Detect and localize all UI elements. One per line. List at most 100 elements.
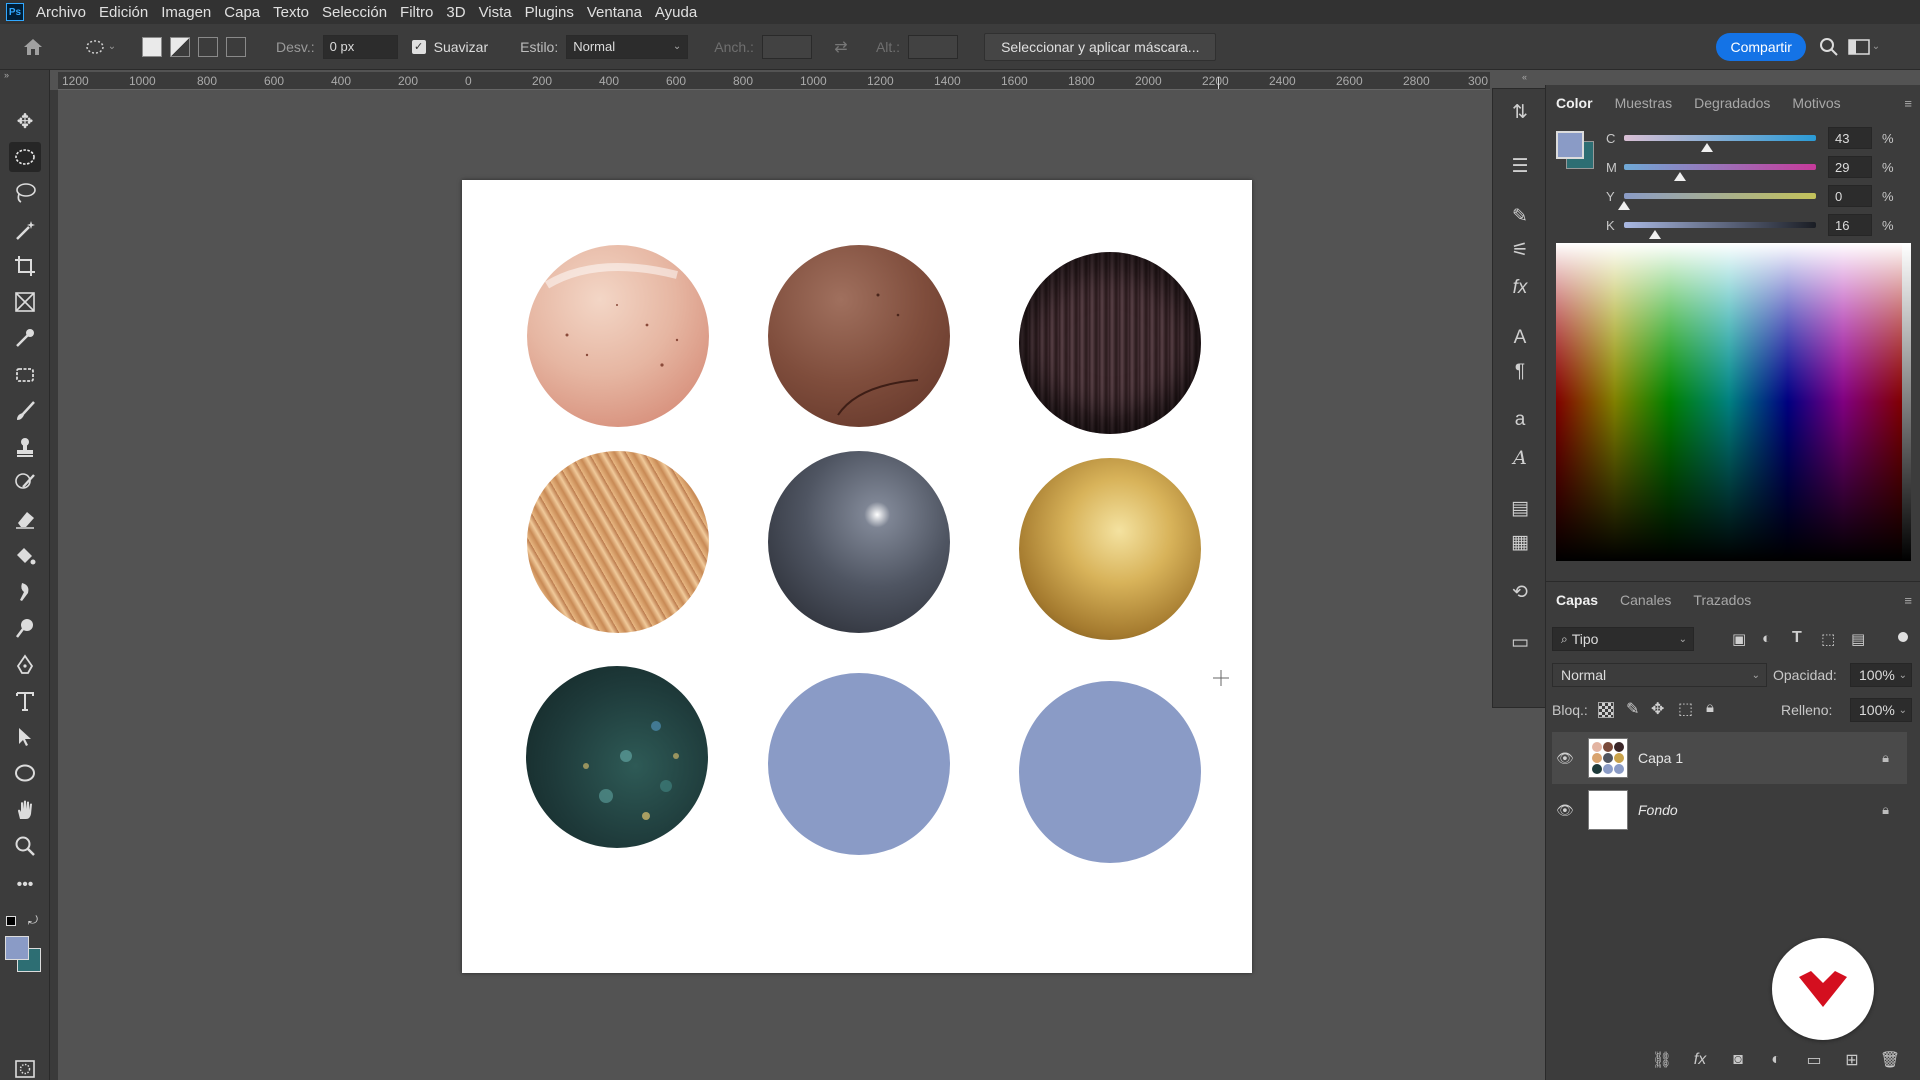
slider-thumb[interactable] xyxy=(1673,172,1686,181)
paragraph-icon[interactable]: ¶ xyxy=(1507,359,1533,385)
lasso-tool-icon[interactable] xyxy=(9,178,41,208)
add-mask-icon[interactable]: ◙ xyxy=(1719,1051,1757,1069)
new-adjustment-layer-icon[interactable]: ◐ xyxy=(1757,1051,1795,1069)
menu-vista[interactable]: Vista xyxy=(479,4,512,21)
libraries-icon[interactable]: ⇅ xyxy=(1507,99,1533,125)
crop-tool-icon[interactable] xyxy=(9,251,41,281)
color-spectrum[interactable] xyxy=(1556,243,1902,561)
tab-muestras[interactable]: Muestras xyxy=(1615,95,1673,111)
tab-degradados[interactable]: Degradados xyxy=(1694,95,1770,111)
elliptical-marquee-tool-icon[interactable] xyxy=(9,142,41,172)
panel-menu-icon[interactable]: ≡ xyxy=(1904,593,1912,608)
frame-tool-icon[interactable] xyxy=(9,287,41,317)
chevron-down-icon[interactable]: ⌄ xyxy=(1870,36,1882,58)
search-icon[interactable] xyxy=(1818,36,1840,58)
width-input[interactable] xyxy=(761,34,812,59)
quick-mask-icon[interactable] xyxy=(9,1054,41,1080)
brush-settings-icon[interactable]: ✎ xyxy=(1507,203,1533,229)
lock-position-icon[interactable]: ✥ xyxy=(1651,699,1664,719)
comments-icon[interactable]: ▭ xyxy=(1507,629,1533,655)
clone-stamp-tool-icon[interactable] xyxy=(9,432,41,462)
layer-name[interactable]: Fondo xyxy=(1638,802,1882,818)
smudge-tool-icon[interactable] xyxy=(9,577,41,607)
yellow-slider-track[interactable] xyxy=(1618,193,1816,210)
menu-imagen[interactable]: Imagen xyxy=(161,4,211,21)
swap-dimensions-icon[interactable]: ⇄ xyxy=(830,36,852,58)
feather-input[interactable]: 0 px xyxy=(322,34,398,59)
type-tool-icon[interactable] xyxy=(9,686,41,716)
layer-row-capa-1[interactable]: 👁︎ Capa 1 🔒︎ xyxy=(1552,732,1907,784)
cyan-value-input[interactable]: 43 xyxy=(1828,127,1872,149)
zoom-tool-icon[interactable] xyxy=(9,831,41,861)
paint-bucket-tool-icon[interactable] xyxy=(9,541,41,571)
collapse-toolbar-icon[interactable]: » xyxy=(4,70,9,80)
chevron-down-icon[interactable]: ⌄ xyxy=(106,36,118,58)
filter-type-icon[interactable]: T xyxy=(1792,629,1802,647)
brush-tool-icon[interactable] xyxy=(9,396,41,426)
panel-menu-icon[interactable]: ≡ xyxy=(1904,96,1912,111)
magenta-slider-track[interactable] xyxy=(1624,164,1816,181)
anti-alias-checkbox[interactable]: ✓ xyxy=(411,39,426,54)
path-selection-tool-icon[interactable] xyxy=(9,722,41,752)
ellipse-tool-icon[interactable] xyxy=(9,758,41,788)
tab-trazados[interactable]: Trazados xyxy=(1693,592,1751,608)
delete-layer-icon[interactable]: 🗑︎ xyxy=(1871,1050,1909,1070)
black-slider-track[interactable] xyxy=(1624,222,1816,239)
slider-thumb[interactable] xyxy=(1648,230,1661,239)
yellow-value-input[interactable]: 0 xyxy=(1828,185,1872,207)
lock-icon[interactable]: 🔒︎ xyxy=(1882,802,1889,818)
photoshop-logo-icon[interactable]: Ps xyxy=(6,3,24,21)
link-layers-icon[interactable]: ⛓︎ xyxy=(1643,1050,1681,1070)
filter-smart-object-icon[interactable]: ▤ xyxy=(1851,630,1865,648)
filter-toggle-icon[interactable] xyxy=(1898,632,1908,642)
menu-capa[interactable]: Capa xyxy=(224,4,260,21)
lock-artboard-icon[interactable]: ⬚ xyxy=(1678,699,1693,719)
lock-transparent-pixels-icon[interactable] xyxy=(1598,702,1614,718)
foreground-color-swatch[interactable] xyxy=(5,936,29,960)
layer-style-fx-icon[interactable]: fx xyxy=(1681,1051,1719,1069)
lock-image-pixels-icon[interactable]: ✎ xyxy=(1626,699,1639,719)
menu-texto[interactable]: Texto xyxy=(273,4,309,21)
new-layer-icon[interactable]: ⊞ xyxy=(1833,1050,1871,1070)
elliptical-marquee-tool-preset-icon[interactable] xyxy=(84,36,106,58)
new-group-icon[interactable]: ▭ xyxy=(1795,1050,1833,1070)
add-selection-icon[interactable] xyxy=(170,36,190,57)
menu-ayuda[interactable]: Ayuda xyxy=(655,4,697,21)
layer-filter-select[interactable]: ⌕ Tipo ⌄ xyxy=(1552,627,1694,651)
height-input[interactable] xyxy=(908,34,959,59)
menu-plugins[interactable]: Plugins xyxy=(525,4,574,21)
default-colors-icon[interactable] xyxy=(6,916,16,926)
hand-tool-icon[interactable] xyxy=(9,795,41,825)
style-select[interactable]: Normal ⌄ xyxy=(566,34,689,59)
properties-icon[interactable]: ⚟ xyxy=(1507,237,1533,263)
more-tools-icon[interactable]: ••• xyxy=(9,870,41,900)
styles-fx-icon[interactable]: fx xyxy=(1507,275,1533,301)
menu-archivo[interactable]: Archivo xyxy=(36,4,86,21)
visibility-eye-icon[interactable]: 👁︎ xyxy=(1556,750,1578,767)
tab-capas[interactable]: Capas xyxy=(1556,592,1598,608)
home-icon[interactable] xyxy=(22,36,44,58)
opacity-input[interactable]: 100% ⌄ xyxy=(1850,663,1912,687)
layer-name[interactable]: Capa 1 xyxy=(1638,750,1882,766)
character-icon[interactable]: A xyxy=(1507,325,1533,351)
black-value-input[interactable]: 16 xyxy=(1828,214,1872,236)
menu-3d[interactable]: 3D xyxy=(446,4,465,21)
fill-input[interactable]: 100% ⌄ xyxy=(1850,698,1912,722)
tab-canales[interactable]: Canales xyxy=(1620,592,1671,608)
character-styles-icon[interactable]: a xyxy=(1507,407,1533,433)
history-brush-tool-icon[interactable] xyxy=(9,468,41,498)
eyedropper-tool-icon[interactable] xyxy=(9,323,41,353)
paragraph-styles-icon[interactable]: ▦ xyxy=(1507,529,1533,555)
subtract-selection-icon[interactable] xyxy=(198,36,218,57)
slider-thumb[interactable] xyxy=(1700,143,1713,152)
select-and-mask-button[interactable]: Seleccionar y aplicar máscara... xyxy=(984,32,1217,61)
blend-mode-select[interactable]: Normal ⌄ xyxy=(1552,663,1767,687)
document-canvas[interactable] xyxy=(462,180,1252,973)
workspace-icon[interactable] xyxy=(1848,36,1870,58)
notes-icon[interactable]: ▤ xyxy=(1507,495,1533,521)
intersect-selection-icon[interactable] xyxy=(226,36,246,57)
filter-shape-icon[interactable]: ⬚ xyxy=(1821,630,1835,648)
magenta-value-input[interactable]: 29 xyxy=(1828,156,1872,178)
layer-row-fondo[interactable]: 👁︎ Fondo 🔒︎ xyxy=(1552,784,1907,836)
menu-ventana[interactable]: Ventana xyxy=(587,4,642,21)
